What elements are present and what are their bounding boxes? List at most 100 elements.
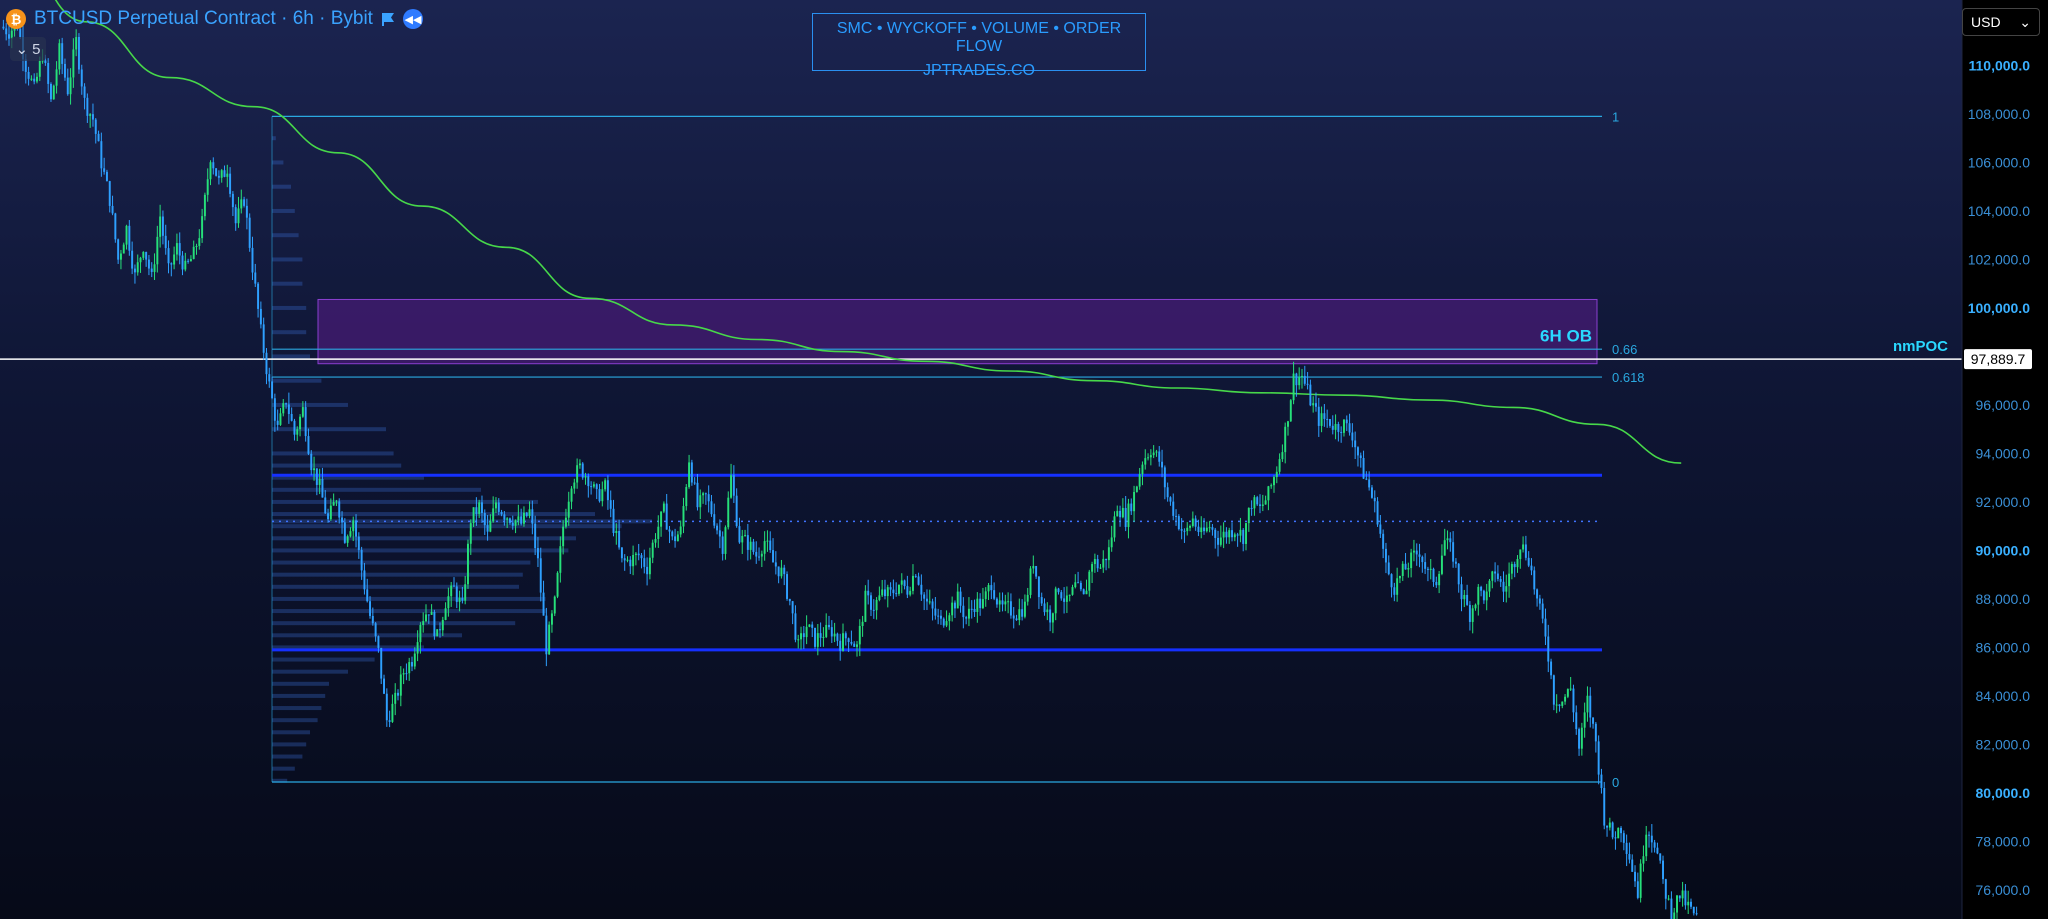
candle-body xyxy=(1622,833,1625,843)
candle-body xyxy=(1494,571,1497,574)
candle-body xyxy=(917,576,920,585)
volume-profile-bar xyxy=(272,572,523,577)
candle-body xyxy=(453,585,455,587)
candle-body xyxy=(75,37,78,50)
price-tick-label: 102,000.0 xyxy=(1968,251,2030,267)
candle-body xyxy=(1603,788,1606,826)
candle-body xyxy=(427,614,430,616)
price-axis[interactable]: 110,000.0 108,000.0 106,000.0 104,000.0 102,… xyxy=(1961,0,2048,919)
candle-body xyxy=(858,626,861,645)
symbol-header[interactable]: ₿ BTCUSD Perpetual Contract · 6h · Bybit… xyxy=(6,8,423,30)
candle-body xyxy=(486,525,489,532)
candle-body xyxy=(1634,871,1637,882)
candle-body xyxy=(332,502,335,506)
candle-body xyxy=(1032,566,1035,569)
candle-body xyxy=(780,567,783,577)
candle-body xyxy=(145,251,148,260)
candle-body xyxy=(173,254,176,265)
candle-body xyxy=(1245,523,1247,544)
candle-body xyxy=(1026,594,1029,602)
candle-body xyxy=(1037,576,1040,598)
candle-body xyxy=(352,520,355,532)
candle-body xyxy=(766,540,769,542)
candle-body xyxy=(584,476,587,478)
currency-select[interactable]: USD ⌄ xyxy=(1962,8,2040,36)
candle-body xyxy=(1625,842,1628,855)
replay-icon[interactable]: ◀◀ xyxy=(402,9,423,29)
candle-body xyxy=(388,720,391,722)
volume-profile-bar xyxy=(272,184,291,189)
candle-body xyxy=(1309,384,1312,406)
candle-body xyxy=(296,429,299,435)
candle-body xyxy=(1099,567,1102,569)
candle-body xyxy=(830,627,833,637)
candle-body xyxy=(1082,589,1085,595)
candle-body xyxy=(1180,529,1183,531)
candle-body xyxy=(1124,507,1127,528)
candle-body xyxy=(133,268,136,273)
candle-body xyxy=(1107,547,1110,561)
candle-body xyxy=(746,535,749,550)
candle-body xyxy=(816,633,819,647)
candle-body xyxy=(1438,573,1441,586)
candle-body xyxy=(119,253,122,260)
candle-body xyxy=(1418,554,1421,557)
candle-body xyxy=(931,601,934,609)
candle-body xyxy=(1071,587,1074,595)
symbol-title[interactable]: BTCUSD Perpetual Contract · 6h · Bybit xyxy=(34,8,373,30)
candle-body xyxy=(1365,478,1368,480)
candle-body xyxy=(1592,717,1595,724)
candle-body xyxy=(1639,863,1642,898)
nmpoc-label: nmPOC xyxy=(1893,338,1948,355)
candle-body xyxy=(646,566,649,575)
candle-body xyxy=(1222,531,1225,538)
candle-body xyxy=(1564,696,1567,702)
candle-body xyxy=(889,587,892,590)
candle-body xyxy=(24,59,27,72)
candle-body xyxy=(556,572,559,597)
candle-body xyxy=(1432,568,1435,582)
candle-body xyxy=(399,674,402,696)
candle-body xyxy=(1270,485,1273,487)
flag-icon[interactable] xyxy=(381,12,395,26)
candle-body xyxy=(1496,573,1499,580)
candle-body xyxy=(713,514,716,526)
candle-body xyxy=(497,502,500,512)
candle-body xyxy=(528,509,531,516)
candle-body xyxy=(1292,373,1295,401)
candle-body xyxy=(1631,859,1634,872)
indicator-collapse-button[interactable]: ⌄ 5 xyxy=(10,37,46,61)
candle-body xyxy=(153,264,156,272)
candle-body xyxy=(105,171,108,182)
volume-profile-bar xyxy=(272,584,519,589)
candle-body xyxy=(945,621,948,626)
candle-body xyxy=(285,403,288,405)
candle-body xyxy=(293,420,296,435)
candle-body xyxy=(690,462,693,483)
candle-body xyxy=(1256,497,1259,505)
candle-body xyxy=(1558,704,1561,706)
candle-body xyxy=(91,114,94,120)
candle-body xyxy=(744,535,747,537)
price-chart[interactable]: 6H OB 1 0.66 0.618 0 nmPOC 110,000.0 108,000.0… xyxy=(0,0,2048,919)
candle-body xyxy=(995,598,998,605)
candle-body xyxy=(1147,457,1150,459)
price-tick-label: 96,000.0 xyxy=(1976,397,2031,413)
volume-profile-bar xyxy=(272,305,307,310)
candle-body xyxy=(131,250,134,269)
candle-body xyxy=(206,179,209,195)
candle-body xyxy=(1113,516,1116,538)
volume-profile-bar xyxy=(272,706,322,711)
candle-body xyxy=(1664,879,1667,899)
volume-profile-bar xyxy=(272,609,546,614)
candle-body xyxy=(682,506,685,527)
price-tick-label: 82,000.0 xyxy=(1976,736,2031,752)
candle-body xyxy=(872,609,875,611)
candle-body xyxy=(55,69,58,86)
volume-profile-bar xyxy=(272,693,326,698)
candle-body xyxy=(1205,527,1208,532)
candle-body xyxy=(598,489,601,502)
candle-body xyxy=(772,550,775,563)
candle-body xyxy=(1446,538,1449,541)
candle-body xyxy=(805,626,808,638)
